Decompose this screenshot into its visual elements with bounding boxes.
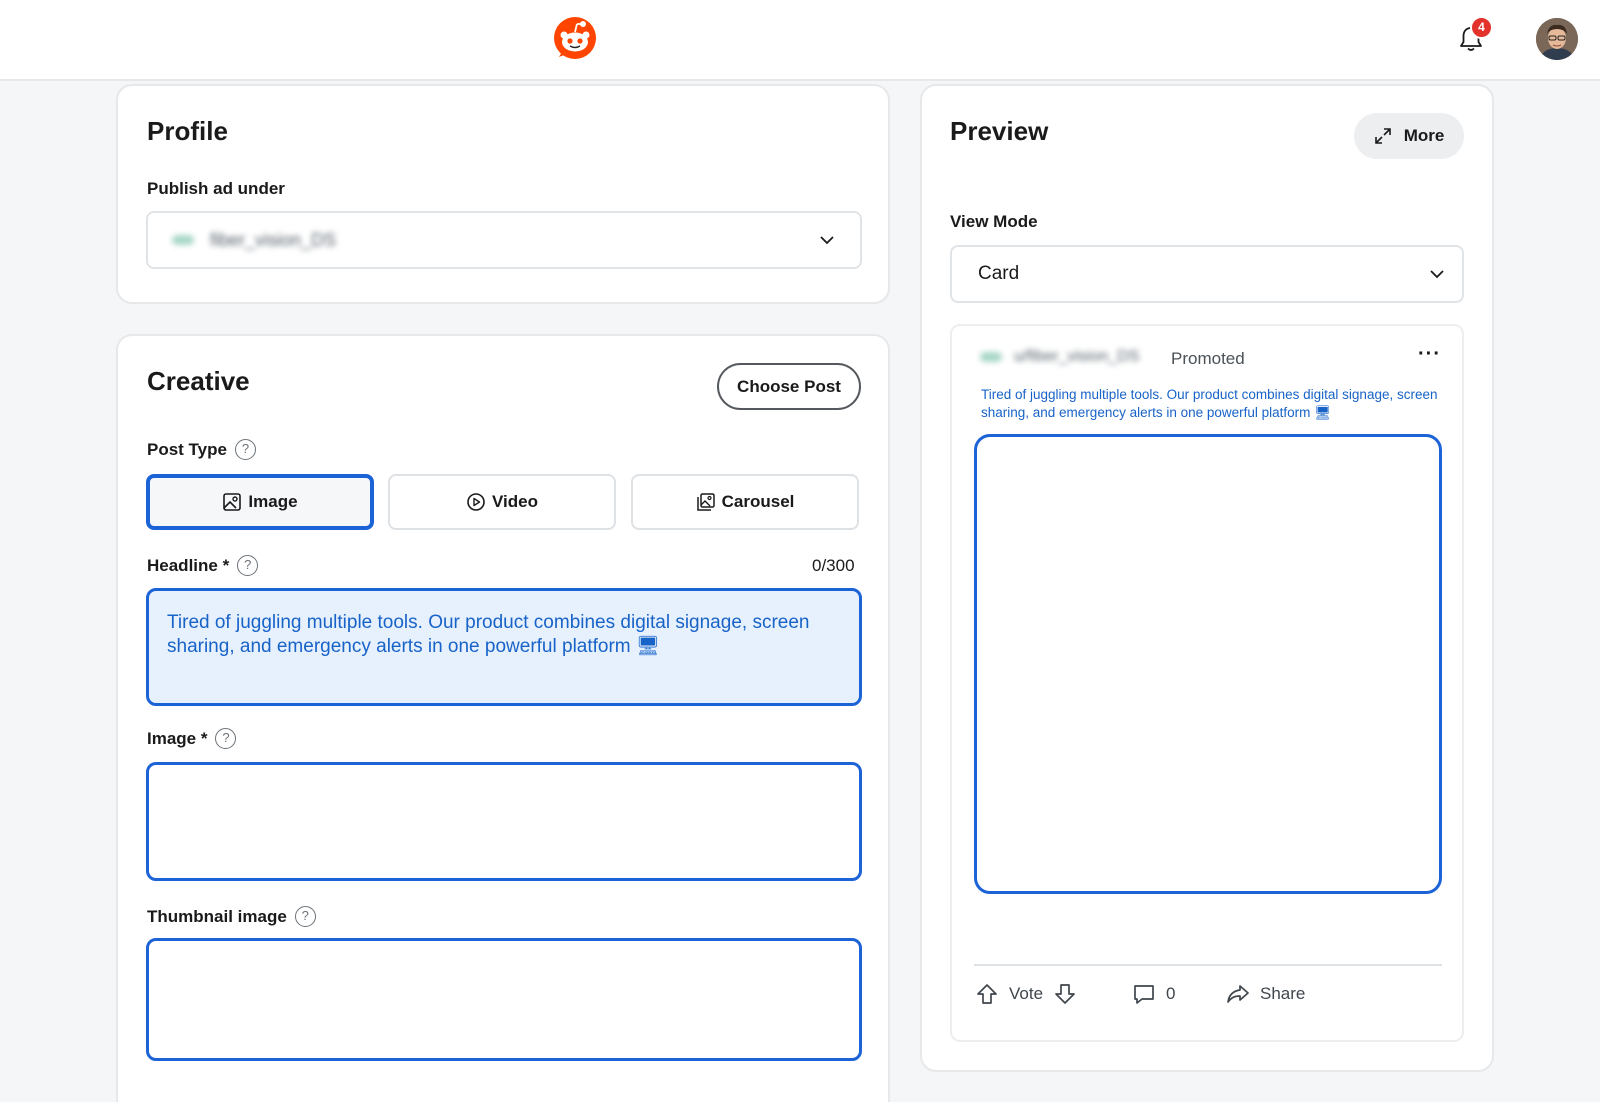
headline-textarea[interactable]: Tired of juggling multiple tools. Our pr… — [146, 588, 862, 706]
post-type-video-label: Video — [492, 492, 538, 511]
account-select[interactable]: fiber_vision_DS — [146, 211, 862, 269]
post-media-placeholder — [974, 434, 1442, 894]
promoted-label: Promoted — [1171, 349, 1245, 368]
post-type-image-button[interactable]: Image — [146, 474, 374, 530]
image-label-text: Image * — [147, 728, 208, 748]
comment-icon — [1134, 985, 1154, 1004]
video-play-icon — [467, 493, 485, 511]
chevron-down-icon — [820, 236, 834, 245]
user-avatar[interactable] — [1536, 18, 1578, 60]
post-type-label: Post Type ? — [147, 439, 256, 460]
image-icon — [223, 493, 242, 511]
post-type-carousel-button[interactable]: Carousel — [631, 474, 859, 530]
image-label: Image * ? — [147, 728, 237, 749]
share-icon — [1227, 985, 1249, 1003]
headline-char-counter: 0/300 — [812, 556, 855, 575]
share-button[interactable]: Share — [1226, 982, 1305, 1006]
post-divider — [974, 964, 1442, 966]
headline-label: Headline * ? — [147, 555, 259, 576]
comments-button[interactable]: 0 — [1132, 982, 1175, 1006]
carousel-icon — [696, 493, 715, 511]
creative-title: Creative — [147, 366, 250, 396]
publish-under-label: Publish ad under — [147, 179, 285, 199]
chevron-down-icon — [1430, 270, 1444, 279]
share-label: Share — [1260, 984, 1306, 1003]
help-icon[interactable]: ? — [294, 906, 316, 927]
expand-icon — [1374, 128, 1391, 144]
post-author: u/fiber_vision_DS — [1014, 348, 1140, 365]
help-icon[interactable]: ? — [215, 728, 237, 749]
post-type-image-label: Image — [248, 492, 298, 511]
account-avatar — [172, 235, 194, 245]
view-mode-value: Card — [978, 263, 1020, 284]
view-mode-label: View Mode — [950, 212, 1038, 232]
help-icon[interactable]: ? — [237, 555, 259, 576]
image-upload-dropzone[interactable] — [146, 762, 862, 881]
more-expand-button[interactable]: More — [1354, 113, 1464, 159]
reddit-logo-icon[interactable] — [553, 16, 597, 60]
account-select-value: fiber_vision_DS — [210, 230, 337, 250]
post-options-icon[interactable]: ··· — [1418, 343, 1441, 366]
post-type-label-text: Post Type — [147, 439, 227, 459]
choose-post-button[interactable]: Choose Post — [717, 363, 861, 410]
profile-title: Profile — [147, 116, 228, 146]
thumbnail-label: Thumbnail image ? — [147, 906, 316, 927]
downvote-icon[interactable] — [1053, 982, 1077, 1006]
publish-under-label-text: Publish ad under — [147, 179, 285, 198]
post-type-carousel-label: Carousel — [721, 492, 795, 511]
more-label: More — [1403, 126, 1445, 145]
headline-label-text: Headline * — [147, 555, 230, 575]
post-headline-text: Tired of juggling multiple tools. Our pr… — [981, 387, 1438, 420]
thumbnail-label-text: Thumbnail image — [147, 906, 287, 926]
comment-count: 0 — [1166, 984, 1176, 1003]
notification-count-badge: 4 — [1470, 16, 1493, 39]
top-bar: 4 — [0, 0, 1600, 81]
post-author-avatar — [980, 352, 1002, 362]
post-type-video-button[interactable]: Video — [388, 474, 616, 530]
view-mode-label-text: View Mode — [950, 212, 1038, 231]
upvote-icon[interactable] — [975, 982, 999, 1006]
vote-label: Vote — [1009, 984, 1044, 1003]
view-mode-select[interactable]: Card — [950, 245, 1464, 303]
preview-title: Preview — [950, 116, 1049, 146]
vote-control: Vote — [975, 982, 1077, 1006]
thumbnail-upload-dropzone[interactable] — [146, 938, 862, 1061]
help-icon[interactable]: ? — [234, 439, 256, 460]
